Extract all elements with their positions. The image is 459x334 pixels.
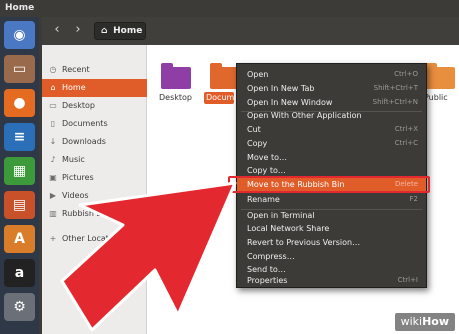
pointer-arrow-icon bbox=[60, 181, 237, 332]
screen: Home ◉ ▭ ● ≡ ▦ ▤ A a ⚙ ‹ › ⌂ Home ◷ Recen… bbox=[0, 0, 459, 334]
watermark: wikiHow bbox=[394, 313, 455, 331]
watermark-wiki: wiki bbox=[400, 315, 423, 328]
watermark-how: How bbox=[422, 315, 449, 328]
